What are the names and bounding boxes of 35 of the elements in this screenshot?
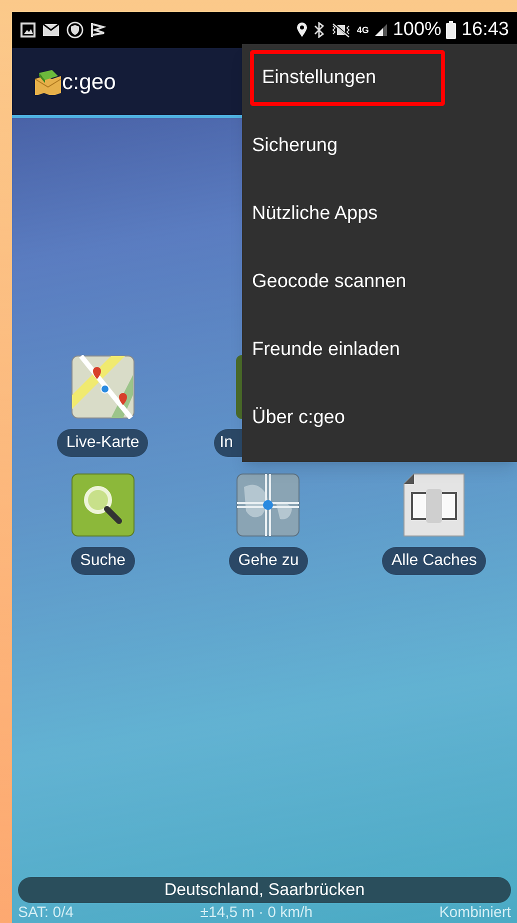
flag-icon [90, 22, 106, 38]
satellite-count: SAT: 0/4 [18, 903, 74, 923]
mail-icon [42, 23, 60, 37]
menu-item[interactable]: Einstellungen [250, 50, 445, 106]
menu-item[interactable]: Geocode scannen [252, 258, 406, 306]
launcher-tile[interactable]: Alle Caches [351, 473, 517, 575]
tile-label: Gehe zu [229, 547, 308, 575]
battery-percentage: 100% [392, 18, 442, 42]
menu-item[interactable]: Freunde einladen [252, 326, 400, 374]
location-pin-icon [296, 22, 308, 38]
image-notification-icon [20, 22, 36, 38]
menu-item[interactable]: Sicherung [252, 122, 338, 170]
menu-item[interactable]: Nützliche Apps [252, 190, 378, 238]
container-icon [402, 473, 466, 537]
globe-map-icon [236, 473, 300, 537]
shield-icon [66, 21, 84, 39]
battery-icon [446, 21, 456, 39]
tile-label: Suche [71, 547, 135, 575]
magnifier-icon [70, 473, 135, 537]
app-title: c:geo [62, 68, 116, 96]
bluetooth-icon [312, 22, 325, 38]
launcher-tile[interactable]: Gehe zu [186, 473, 352, 575]
signal-icon [374, 23, 388, 37]
network-type: 4G [356, 26, 369, 34]
clock: 16:43 [461, 18, 509, 42]
app-logo-icon [34, 68, 62, 94]
muted-vibrate-icon [330, 22, 352, 38]
launcher-tile[interactable]: Suche [20, 473, 186, 575]
accuracy-speed: ±14,5 m · 0 km/h [200, 903, 313, 923]
location-address: Deutschland, Saarbrücken [18, 877, 511, 903]
location-provider: Kombiniert [439, 903, 511, 923]
launcher-tile[interactable]: Live-Karte [20, 355, 186, 457]
map-icon [70, 355, 135, 419]
tile-label: Live-Karte [57, 429, 148, 457]
tile-label: Alle Caches [382, 547, 486, 575]
